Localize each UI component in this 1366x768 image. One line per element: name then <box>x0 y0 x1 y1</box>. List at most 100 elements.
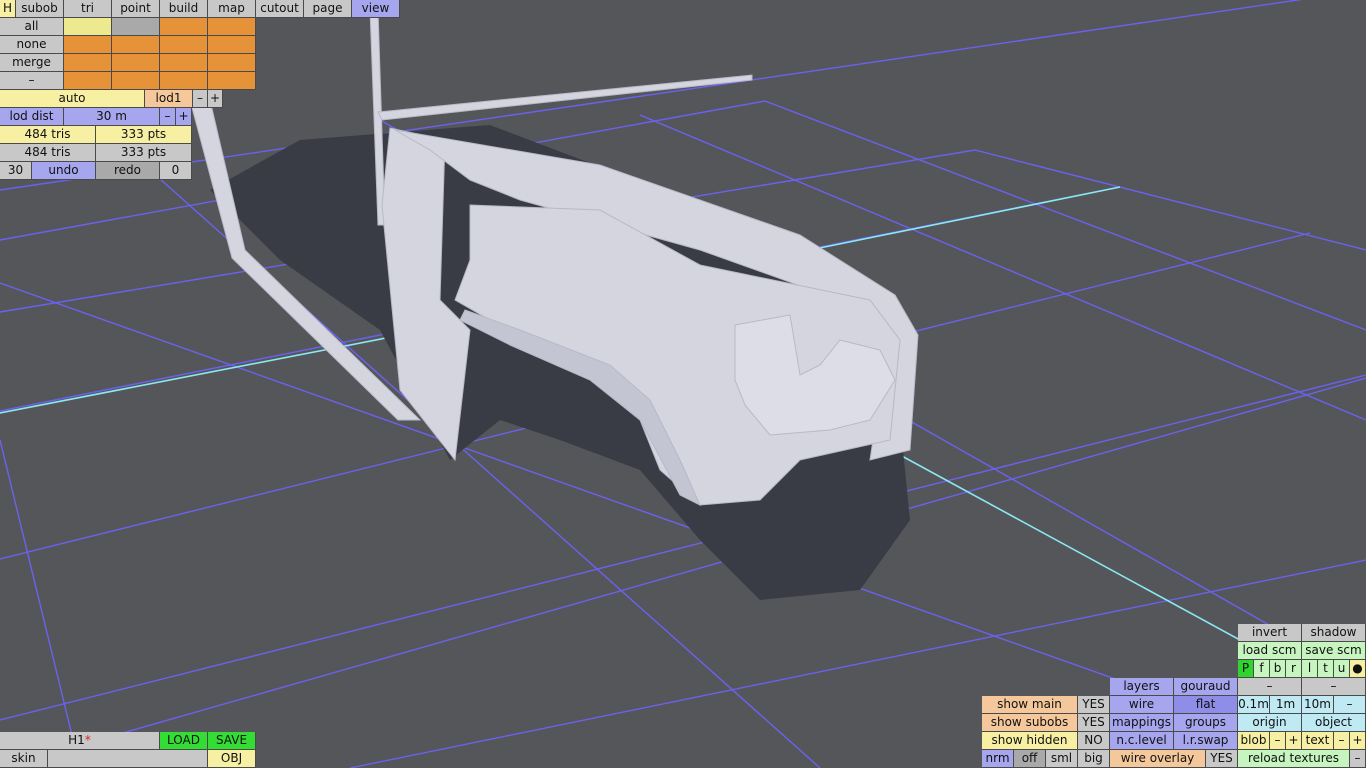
subob-slot[interactable] <box>208 18 256 36</box>
object-button[interactable]: object <box>1302 714 1366 732</box>
lr-swap-button[interactable]: l.r.swap <box>1174 732 1238 750</box>
view-r-button[interactable]: r <box>1286 660 1302 678</box>
reload-minus-button[interactable]: – <box>1350 750 1366 768</box>
show-hidden-value[interactable]: NO <box>1078 732 1110 750</box>
step-dash-button[interactable]: – <box>1334 696 1366 714</box>
subob-slot[interactable] <box>64 54 112 72</box>
mode-point[interactable]: point <box>112 0 160 18</box>
dash-button[interactable]: – <box>0 72 64 90</box>
view-dot-button[interactable]: ● <box>1350 660 1366 678</box>
subob-slot[interactable] <box>160 54 208 72</box>
blob-plus-button[interactable]: + <box>1286 732 1302 750</box>
step-10m-button[interactable]: 10m <box>1302 696 1334 714</box>
save-button[interactable]: SAVE <box>208 732 256 750</box>
mode-map[interactable]: map <box>208 0 256 18</box>
reload-textures-button[interactable]: reload textures <box>1238 750 1350 768</box>
subob-slot[interactable] <box>160 18 208 36</box>
show-subobs-toggle[interactable]: show subobs <box>982 714 1078 732</box>
nc-level-button[interactable]: n.c.level <box>1110 732 1174 750</box>
view-p-button[interactable]: P <box>1238 660 1254 678</box>
file-name-text: H1 <box>68 733 85 747</box>
shadow-button[interactable]: shadow <box>1302 624 1366 642</box>
lod-minus-button[interactable]: – <box>193 90 208 108</box>
lod-select[interactable]: lod1 <box>145 90 193 108</box>
mode-page[interactable]: page <box>304 0 352 18</box>
subob-slot[interactable] <box>64 36 112 54</box>
layers-button[interactable]: layers <box>1110 678 1174 696</box>
view-f-button[interactable]: f <box>1254 660 1270 678</box>
size-off-button[interactable]: off <box>1014 750 1046 768</box>
lod-dist-label: lod dist <box>0 108 64 126</box>
mode-view[interactable]: view <box>352 0 400 18</box>
blob-label: blob <box>1238 732 1270 750</box>
subob-slot[interactable] <box>64 72 112 90</box>
mode-build[interactable]: build <box>160 0 208 18</box>
size-sml-button[interactable]: sml <box>1046 750 1078 768</box>
obj-button[interactable]: OBJ <box>208 750 256 768</box>
gouraud-button[interactable]: gouraud <box>1174 678 1238 696</box>
groups-button[interactable]: groups <box>1174 714 1238 732</box>
mode-subob[interactable]: subob <box>16 0 64 18</box>
show-main-toggle[interactable]: show main <box>982 696 1078 714</box>
mode-cutout[interactable]: cutout <box>256 0 304 18</box>
subob-slot[interactable] <box>160 36 208 54</box>
size-big-button[interactable]: big <box>1078 750 1110 768</box>
view-l-button[interactable]: l <box>1302 660 1318 678</box>
invert-button[interactable]: invert <box>1238 624 1302 642</box>
select-none-button[interactable]: none <box>0 36 64 54</box>
h-button[interactable]: H <box>0 0 16 18</box>
redo-count: 0 <box>160 162 192 180</box>
subob-slot[interactable] <box>208 36 256 54</box>
view-b-button[interactable]: b <box>1270 660 1286 678</box>
wire-overlay-value[interactable]: YES <box>1206 750 1238 768</box>
subob-slot[interactable] <box>112 18 160 36</box>
skin-field[interactable] <box>48 750 208 768</box>
tri-count: 484 tris <box>0 126 96 144</box>
mode-tri[interactable]: tri <box>64 0 112 18</box>
step-minus-button-2[interactable]: – <box>1302 678 1366 696</box>
size-nrm-button[interactable]: nrm <box>982 750 1014 768</box>
subob-slot[interactable] <box>112 36 160 54</box>
subob-slot[interactable] <box>208 54 256 72</box>
tri-count-total: 484 tris <box>0 144 96 162</box>
subob-slot[interactable] <box>160 72 208 90</box>
load-scm-button[interactable]: load scm <box>1238 642 1302 660</box>
view-u-button[interactable]: u <box>1334 660 1350 678</box>
show-main-value[interactable]: YES <box>1078 696 1110 714</box>
wire-overlay-toggle[interactable]: wire overlay <box>1110 750 1206 768</box>
lod-dist-minus-button[interactable]: – <box>160 108 176 126</box>
show-hidden-toggle[interactable]: show hidden <box>982 732 1078 750</box>
save-scm-button[interactable]: save scm <box>1302 642 1366 660</box>
text-label: text <box>1302 732 1334 750</box>
redo-button[interactable]: redo <box>96 162 160 180</box>
3d-viewport[interactable] <box>0 0 1366 768</box>
step-minus-button-1[interactable]: – <box>1238 678 1302 696</box>
load-button[interactable]: LOAD <box>160 732 208 750</box>
mappings-button[interactable]: mappings <box>1110 714 1174 732</box>
lod-dist-plus-button[interactable]: + <box>176 108 192 126</box>
select-all-button[interactable]: all <box>0 18 64 36</box>
flat-button[interactable]: flat <box>1174 696 1238 714</box>
point-count-total: 333 pts <box>96 144 192 162</box>
undo-button[interactable]: undo <box>32 162 96 180</box>
subob-slot[interactable] <box>208 72 256 90</box>
subob-slot[interactable] <box>112 54 160 72</box>
wire-button[interactable]: wire <box>1110 696 1174 714</box>
subob-slot[interactable] <box>112 72 160 90</box>
file-name[interactable]: H1* <box>0 732 160 750</box>
step-1m-button[interactable]: 1m <box>1270 696 1302 714</box>
lod-plus-button[interactable]: + <box>208 90 223 108</box>
origin-button[interactable]: origin <box>1238 714 1302 732</box>
view-t-button[interactable]: t <box>1318 660 1334 678</box>
text-plus-button[interactable]: + <box>1350 732 1366 750</box>
skin-label: skin <box>0 750 48 768</box>
text-minus-button[interactable]: – <box>1334 732 1350 750</box>
subob-slot[interactable] <box>64 18 112 36</box>
lod-auto-button[interactable]: auto <box>0 90 145 108</box>
blob-minus-button[interactable]: – <box>1270 732 1286 750</box>
lod-dist-value[interactable]: 30 m <box>64 108 160 126</box>
merge-button[interactable]: merge <box>0 54 64 72</box>
show-subobs-value[interactable]: YES <box>1078 714 1110 732</box>
undo-count: 30 <box>0 162 32 180</box>
step-0-1m-button[interactable]: 0.1m <box>1238 696 1270 714</box>
